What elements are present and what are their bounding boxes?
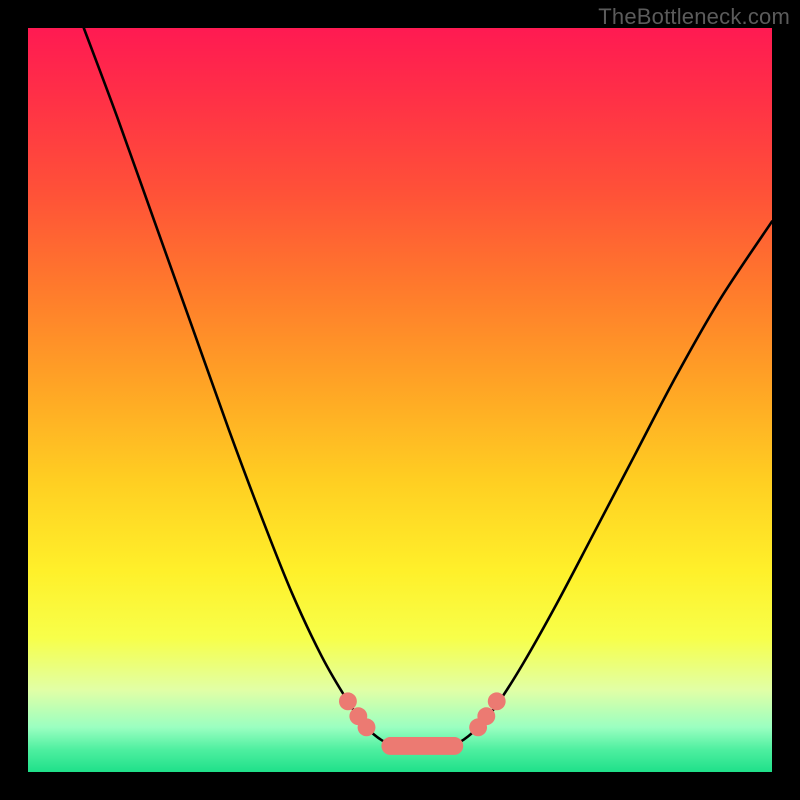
data-marker xyxy=(339,692,357,710)
markers-group xyxy=(339,692,506,755)
plot-area xyxy=(28,28,772,772)
watermark-text: TheBottleneck.com xyxy=(598,4,790,30)
data-marker xyxy=(358,718,376,736)
trough-marker xyxy=(381,737,463,755)
bottleneck-curve xyxy=(84,28,772,750)
data-marker xyxy=(488,692,506,710)
outer-frame: TheBottleneck.com xyxy=(0,0,800,800)
curve-svg xyxy=(28,28,772,772)
data-marker xyxy=(477,707,495,725)
